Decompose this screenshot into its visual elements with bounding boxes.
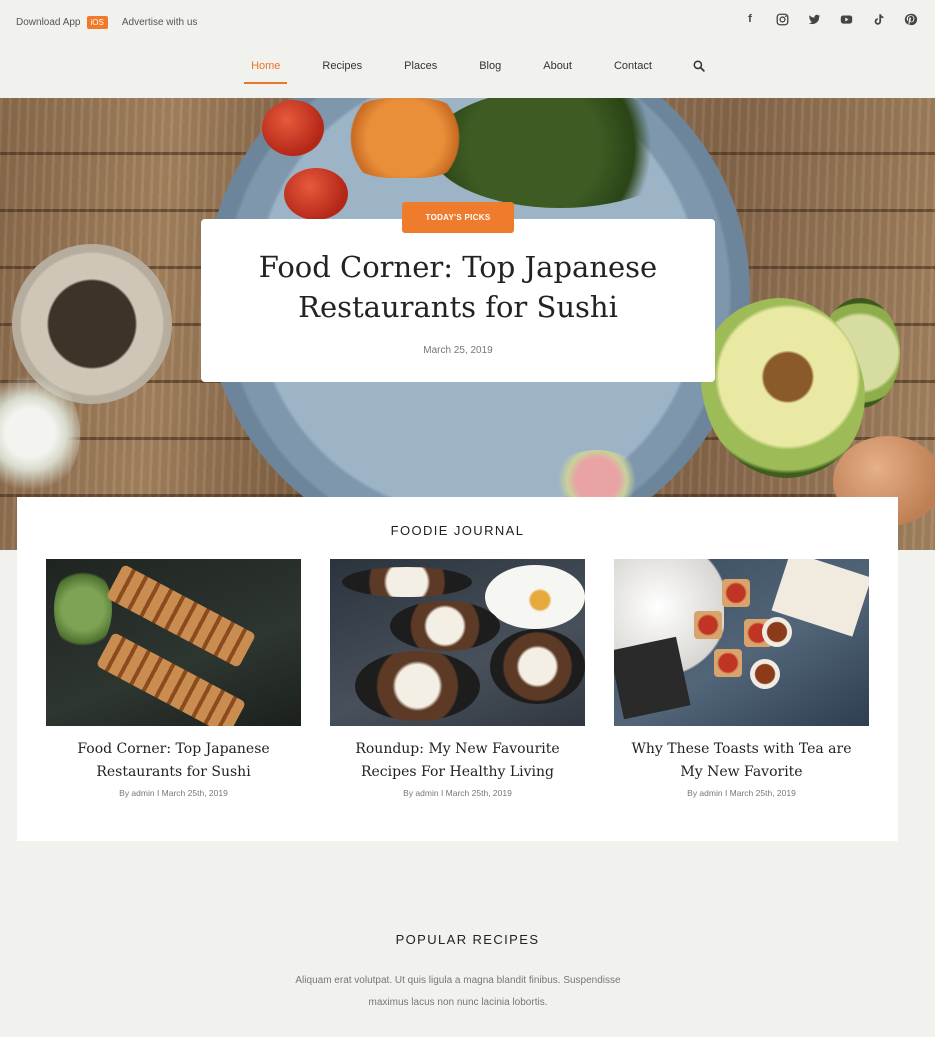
thumb-tea-cup (750, 659, 780, 689)
ios-badge[interactable]: iOS (86, 15, 108, 29)
post-title-line2[interactable]: My New Favorite (614, 761, 869, 784)
thumb-dish (342, 567, 472, 597)
social-links: f (743, 12, 917, 26)
featured-title-line2[interactable]: Restaurants for Sushi (201, 287, 715, 327)
post-thumbnail[interactable] (46, 559, 301, 726)
advertise-link[interactable]: Advertise with us (122, 17, 198, 28)
search-icon[interactable] (693, 59, 705, 77)
nav-blog[interactable]: Blog (479, 56, 501, 84)
hero-carrot (340, 98, 470, 178)
thumb-dish (390, 601, 500, 651)
thumb-dish (490, 629, 585, 704)
main-nav: Home Recipes Places Blog About Contact (0, 56, 935, 86)
popular-recipes-heading: POPULAR RECIPES (395, 932, 540, 947)
thumb-dish (355, 651, 480, 721)
popular-desc-line2: maximus lacus non nunc lacinia lobortis. (368, 997, 548, 1008)
post-title-line1[interactable]: Roundup: My New Favourite (330, 738, 585, 761)
journal-post: Roundup: My New Favourite Recipes For He… (330, 559, 585, 798)
thumb-toast (694, 611, 722, 639)
thumb-tea-cup (762, 617, 792, 647)
download-app-link[interactable]: Download App (16, 17, 81, 28)
todays-picks-tag[interactable]: TODAY'S PICKS (402, 202, 514, 233)
post-meta: By admin I March 25th, 2019 (119, 788, 228, 798)
hero-tomato (262, 100, 324, 156)
post-meta: By admin I March 25th, 2019 (403, 788, 512, 798)
nav-home[interactable]: Home (243, 56, 288, 84)
featured-post-title[interactable]: Food Corner: Top Japanese Restaurants fo… (201, 247, 715, 327)
featured-title-line1[interactable]: Food Corner: Top Japanese (201, 247, 715, 287)
post-thumbnail[interactable] (614, 559, 869, 726)
post-title-line2[interactable]: Restaurants for Sushi (46, 761, 301, 784)
instagram-icon[interactable] (775, 12, 789, 26)
journal-post: Why These Toasts with Tea are My New Fav… (614, 559, 869, 798)
hero-tomato (284, 168, 348, 220)
youtube-icon[interactable] (839, 12, 853, 26)
nav-recipes[interactable]: Recipes (322, 56, 362, 84)
popular-desc-line1: Aliquam erat volutpat. Ut quis ligula a … (295, 975, 621, 986)
featured-post-card: Food Corner: Top Japanese Restaurants fo… (201, 219, 715, 382)
post-title-line1[interactable]: Food Corner: Top Japanese (46, 738, 301, 761)
tiktok-icon[interactable] (871, 12, 885, 26)
post-title[interactable]: Why These Toasts with Tea are My New Fav… (614, 738, 869, 784)
pinterest-icon[interactable] (903, 12, 917, 26)
thumb-toast (722, 579, 750, 607)
post-title[interactable]: Food Corner: Top Japanese Restaurants fo… (46, 738, 301, 784)
nav-about[interactable]: About (543, 56, 572, 84)
post-title[interactable]: Roundup: My New Favourite Recipes For He… (330, 738, 585, 784)
nav-contact[interactable]: Contact (614, 56, 652, 84)
thumb-plate (485, 565, 585, 629)
foodie-journal-section: FOODIE JOURNAL Food Corner: Top Japanese… (17, 497, 898, 841)
post-thumbnail[interactable] (330, 559, 585, 726)
nav-places[interactable]: Places (404, 56, 437, 84)
twitter-icon[interactable] (807, 12, 821, 26)
post-meta: By admin I March 25th, 2019 (687, 788, 796, 798)
thumb-leaf (54, 565, 112, 653)
post-title-line1[interactable]: Why These Toasts with Tea are (614, 738, 869, 761)
featured-post-date: March 25, 2019 (423, 345, 493, 356)
journal-post: Food Corner: Top Japanese Restaurants fo… (46, 559, 301, 798)
journal-heading: FOODIE JOURNAL (390, 523, 525, 538)
popular-recipes-description: Aliquam erat volutpat. Ut quis ligula a … (258, 970, 658, 1014)
thumb-toast (714, 649, 742, 677)
post-title-line2[interactable]: Recipes For Healthy Living (330, 761, 585, 784)
facebook-icon[interactable]: f (743, 12, 757, 26)
